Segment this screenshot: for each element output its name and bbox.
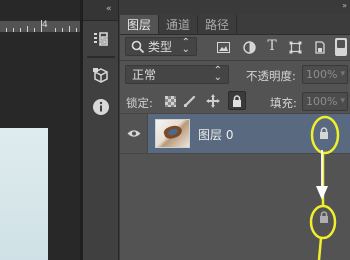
blend-mode-select[interactable]: 正常 ⌃ ⌄: [125, 65, 229, 84]
3d-button[interactable]: [88, 64, 114, 88]
info-button[interactable]: [88, 95, 114, 119]
filter-toggle-switch[interactable]: [335, 38, 347, 56]
layer-filter-kind-select[interactable]: 类型 ⌃ ⌄: [125, 37, 197, 56]
layer-thumbnail[interactable]: [155, 119, 190, 148]
tab-channels[interactable]: 通道: [159, 15, 199, 34]
layers-panel: » 图层 通道 路径 类型 ⌃⌄ T 正常 ⌃⌄ 不透明度: 100% ▾: [120, 0, 350, 260]
layer-visibility-toggle[interactable]: [120, 114, 148, 153]
lock-image-pixels-icon[interactable]: [183, 94, 197, 108]
pasteboard-edge: [48, 128, 80, 260]
document-canvas[interactable]: 4: [0, 0, 80, 260]
tab-paths[interactable]: 路径: [198, 15, 238, 34]
image-filter-icon[interactable]: [216, 40, 230, 54]
fill-value: 100%: [306, 95, 338, 108]
opacity-value: 100%: [306, 68, 338, 81]
fill-label: 填充:: [270, 96, 297, 110]
lock-all-button[interactable]: [228, 91, 246, 110]
3d-cube-icon: [93, 68, 108, 83]
ruler-number: 4: [42, 20, 48, 30]
search-icon: [131, 40, 145, 53]
chevron-down-icon: ▾: [340, 69, 345, 79]
document-image[interactable]: [0, 128, 48, 260]
adjustment-filter-icon[interactable]: [242, 40, 256, 54]
history-button[interactable]: [88, 27, 114, 51]
shape-filter-icon[interactable]: [288, 40, 302, 54]
chevron-down-icon: ▾: [340, 96, 345, 106]
lock-transparent-pixels-icon[interactable]: [164, 95, 177, 108]
collapse-panel-button[interactable]: »: [342, 1, 347, 10]
panel-dock-toolbar: «: [83, 0, 119, 260]
opacity-label: 不透明度:: [246, 69, 296, 83]
panel-tabs: 图层 通道 路径: [120, 14, 350, 35]
eye-icon: [127, 130, 140, 137]
smart-object-filter-icon[interactable]: [312, 40, 326, 54]
updown-arrow-icon: ⌃ ⌄: [213, 65, 222, 83]
pasteboard: [0, 34, 80, 128]
tab-layers[interactable]: 图层: [120, 15, 160, 34]
blend-mode-value: 正常: [132, 68, 157, 82]
lock-icon: [233, 94, 241, 107]
layer-lock-icon[interactable]: [319, 127, 329, 142]
info-icon: [93, 99, 109, 115]
type-filter-icon[interactable]: T: [265, 38, 279, 54]
collapse-dock-button[interactable]: «: [106, 4, 112, 14]
lock-position-icon[interactable]: [206, 94, 220, 108]
filter-kind-label: 类型: [148, 40, 173, 54]
fill-input[interactable]: 100% ▾: [302, 92, 348, 111]
layer-row[interactable]: 图层 0: [120, 113, 350, 154]
dragged-lock-icon: [319, 211, 329, 226]
updown-arrow-icon: ⌃ ⌄: [181, 37, 190, 55]
lock-label: 锁定:: [126, 96, 153, 110]
horizontal-ruler: 4: [0, 20, 80, 33]
history-icon: [94, 32, 108, 46]
opacity-input[interactable]: 100% ▾: [302, 65, 348, 84]
layer-name[interactable]: 图层 0: [198, 126, 233, 143]
